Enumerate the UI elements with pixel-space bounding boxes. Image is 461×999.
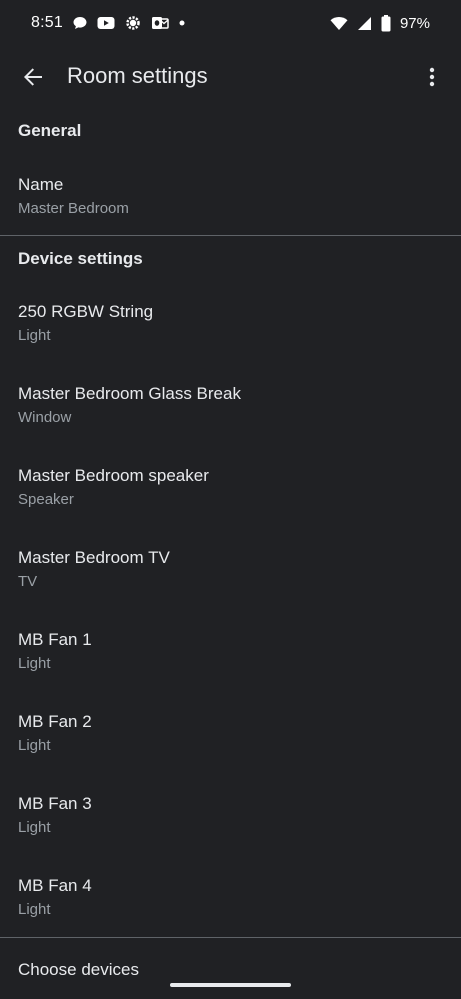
battery-icon <box>381 14 391 32</box>
item-title: Name <box>18 175 64 194</box>
room-name-item[interactable]: Name Master Bedroom <box>0 175 461 257</box>
device-item[interactable]: MB Fan 3 Light <box>0 794 461 876</box>
outlook-icon <box>151 15 169 31</box>
device-name: MB Fan 2 <box>18 712 92 731</box>
device-type: Speaker <box>18 491 74 508</box>
device-item[interactable]: MB Fan 1 Light <box>0 630 461 712</box>
chat-bubble-icon <box>72 15 88 31</box>
gesture-nav-handle[interactable] <box>170 983 291 987</box>
device-type: Light <box>18 655 51 672</box>
back-arrow-icon <box>24 68 42 86</box>
divider <box>0 937 461 938</box>
device-item[interactable]: MB Fan 2 Light <box>0 712 461 794</box>
device-name: Master Bedroom speaker <box>18 466 209 485</box>
device-item[interactable]: Master Bedroom TV TV <box>0 548 461 630</box>
status-bar: 8:51 97% <box>0 0 461 46</box>
page-title: Room settings <box>67 63 208 88</box>
cell-signal-icon <box>357 16 372 31</box>
device-name: MB Fan 4 <box>18 876 92 895</box>
back-button[interactable] <box>18 62 48 92</box>
device-type: Light <box>18 737 51 754</box>
status-right: 97% <box>330 14 430 32</box>
device-type: Window <box>18 409 72 426</box>
device-type: Light <box>18 819 51 836</box>
divider <box>0 235 461 236</box>
choose-devices-item[interactable]: Choose devices <box>18 960 139 977</box>
device-item[interactable]: 250 RGBW String Light <box>0 302 461 384</box>
device-name: 250 RGBW String <box>18 302 154 321</box>
device-name: MB Fan 3 <box>18 794 92 813</box>
dot-icon <box>178 19 186 27</box>
device-item[interactable]: Master Bedroom speaker Speaker <box>0 466 461 548</box>
device-type: TV <box>18 573 38 590</box>
device-name: Master Bedroom TV <box>18 548 170 567</box>
settings-gear-icon <box>124 14 142 32</box>
more-vert-icon <box>429 67 435 87</box>
youtube-icon <box>97 16 115 30</box>
device-item[interactable]: Master Bedroom Glass Break Window <box>0 384 461 466</box>
more-options-button[interactable] <box>419 62 445 92</box>
status-time: 8:51 <box>31 14 63 31</box>
section-header-devices: Device settings <box>18 249 143 268</box>
status-left: 8:51 <box>31 14 186 32</box>
device-type: Light <box>18 901 51 918</box>
battery-percent: 97% <box>399 14 430 32</box>
app-bar: Room settings <box>0 46 461 108</box>
section-header-general: General <box>18 121 82 140</box>
device-name: Master Bedroom Glass Break <box>18 384 241 403</box>
wifi-icon <box>330 16 348 31</box>
device-name: MB Fan 1 <box>18 630 92 649</box>
item-subtitle: Master Bedroom <box>18 200 129 217</box>
device-item[interactable]: MB Fan 4 Light <box>0 876 461 958</box>
device-type: Light <box>18 327 51 344</box>
